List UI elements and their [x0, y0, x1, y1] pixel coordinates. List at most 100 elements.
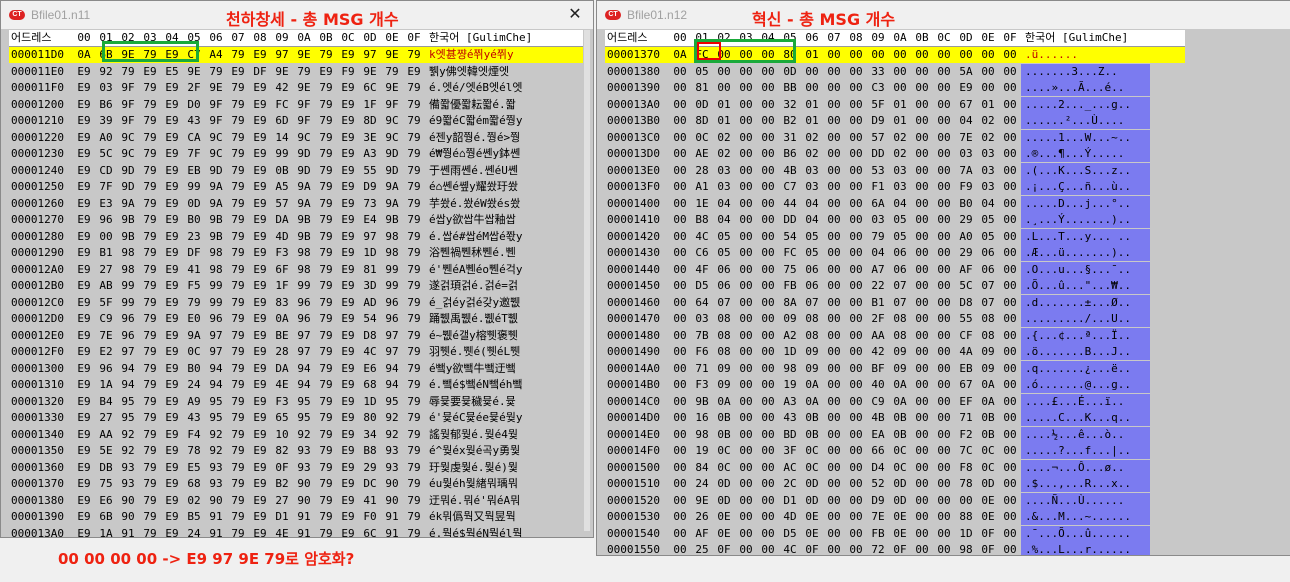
hex-byte[interactable]: 00 — [911, 460, 933, 476]
hex-byte[interactable]: 00 — [669, 361, 691, 377]
hex-byte[interactable]: 9E — [359, 64, 381, 80]
row-text[interactable]: ék뭐僞뭑又뭑昱뭑 — [425, 509, 554, 525]
row-text[interactable]: é9쫣éC쫣ém쫣é쭹y — [425, 113, 554, 129]
hex-byte[interactable]: 00 — [669, 410, 691, 426]
hex-byte[interactable]: 53 — [867, 163, 889, 179]
hex-byte[interactable]: 00 — [845, 493, 867, 509]
hex-byte[interactable]: 06 — [977, 245, 999, 261]
hex-byte[interactable]: 00 — [999, 130, 1021, 146]
hex-byte[interactable]: E9 — [73, 311, 95, 327]
hex-row[interactable]: 00001240 E9 CD 9D 79 E9 EB 9D 79 E9 0B 9D 79 E9 55 9D 79… — [9, 163, 583, 179]
hex-byte[interactable]: 4C — [359, 344, 381, 360]
hex-byte[interactable]: 97 — [359, 47, 381, 63]
hex-byte[interactable]: 00 — [669, 113, 691, 129]
hex-byte[interactable]: DF — [249, 64, 271, 80]
hex-byte[interactable]: 68 — [359, 377, 381, 393]
hex-byte[interactable]: 0E — [977, 493, 999, 509]
hex-byte[interactable]: 00 — [823, 509, 845, 525]
row-text[interactable]: é^뭦éx뭦é곡y勇뭧 — [425, 443, 554, 459]
row-text[interactable]: é₩쭹é⌂쭹é쏀y鉢쏀 — [425, 146, 554, 162]
hex-byte[interactable]: 79 — [403, 130, 425, 146]
hex-byte[interactable]: E9 — [73, 146, 95, 162]
hex-byte[interactable]: 0D — [889, 476, 911, 492]
hex-byte[interactable]: 79 — [315, 493, 337, 509]
hex-byte[interactable]: 00 — [999, 80, 1021, 96]
row-text[interactable]: .O...u...§...¯.. — [1021, 261, 1150, 278]
hex-byte[interactable]: 79 — [315, 212, 337, 228]
hex-byte[interactable]: B8 — [359, 443, 381, 459]
hex-byte[interactable]: 00 — [757, 212, 779, 228]
hex-byte[interactable]: 93 — [381, 460, 403, 476]
hex-byte[interactable]: 03 — [977, 179, 999, 195]
hex-byte[interactable]: 25 — [691, 542, 713, 555]
hex-byte[interactable]: 10 — [271, 427, 293, 443]
hex-byte[interactable]: 67 — [955, 377, 977, 393]
hex-byte[interactable]: 08 — [713, 344, 735, 360]
hex-byte[interactable]: 00 — [757, 113, 779, 129]
hex-byte[interactable]: 79 — [139, 377, 161, 393]
hex-byte[interactable]: 1F — [359, 97, 381, 113]
hex-byte[interactable]: 79 — [227, 163, 249, 179]
hex-byte[interactable]: 00 — [757, 80, 779, 96]
hex-byte[interactable]: 7C — [955, 443, 977, 459]
hex-byte[interactable]: 96 — [95, 212, 117, 228]
hex-byte[interactable]: 03 — [889, 179, 911, 195]
hex-byte[interactable]: 00 — [933, 262, 955, 278]
hex-byte[interactable]: A0 — [955, 229, 977, 245]
hex-byte[interactable]: E9 — [73, 476, 95, 492]
hex-byte[interactable]: 00 — [823, 460, 845, 476]
row-text[interactable]: .....2..._...g.. — [1021, 96, 1150, 113]
hex-byte[interactable]: 96 — [95, 361, 117, 377]
hex-byte[interactable]: 08 — [977, 311, 999, 327]
hex-byte[interactable]: 28 — [271, 344, 293, 360]
hex-byte[interactable]: E9 — [337, 113, 359, 129]
hex-byte[interactable]: 4C — [691, 229, 713, 245]
hex-byte[interactable]: 00 — [713, 80, 735, 96]
hex-byte[interactable]: 79 — [139, 443, 161, 459]
hex-byte[interactable]: E9 — [249, 80, 271, 96]
hex-byte[interactable]: 79 — [139, 179, 161, 195]
hex-byte[interactable]: 79 — [139, 460, 161, 476]
hex-byte[interactable]: E9 — [161, 328, 183, 344]
hex-byte[interactable]: 06 — [713, 262, 735, 278]
hex-byte[interactable]: 79 — [315, 278, 337, 294]
hex-byte[interactable]: 28 — [691, 163, 713, 179]
hex-byte[interactable]: 00 — [999, 526, 1021, 542]
hex-byte[interactable]: 79 — [183, 295, 205, 311]
hex-byte[interactable]: 00 — [669, 443, 691, 459]
hex-byte[interactable]: 00 — [911, 179, 933, 195]
hex-byte[interactable]: 03 — [889, 163, 911, 179]
hex-byte[interactable]: 06 — [801, 262, 823, 278]
hex-byte[interactable]: 91 — [381, 509, 403, 525]
hex-byte[interactable]: EF — [955, 394, 977, 410]
hex-byte[interactable]: 98 — [117, 245, 139, 261]
hex-byte[interactable]: E9 — [161, 146, 183, 162]
hex-byte[interactable]: E9 — [337, 163, 359, 179]
hex-byte[interactable]: 00 — [757, 146, 779, 162]
hex-byte[interactable]: A9 — [183, 394, 205, 410]
hex-byte[interactable]: 00 — [823, 64, 845, 80]
hex-byte[interactable]: 0B — [271, 163, 293, 179]
row-text[interactable]: .®...¶...Ý..... — [1021, 146, 1150, 162]
hex-byte[interactable]: 00 — [669, 97, 691, 113]
hex-byte[interactable]: 79 — [139, 80, 161, 96]
hex-byte[interactable]: 9B — [293, 229, 315, 245]
hex-byte[interactable]: 90 — [381, 476, 403, 492]
hex-byte[interactable]: 00 — [669, 377, 691, 393]
hex-byte[interactable]: 00 — [999, 146, 1021, 162]
hex-byte[interactable]: 00 — [757, 311, 779, 327]
row-text[interactable]: é~쀖é갤y榕쀗褒쀗 — [425, 328, 554, 344]
hex-byte[interactable]: 00 — [669, 311, 691, 327]
hex-byte[interactable]: 5A — [955, 64, 977, 80]
hex-byte[interactable]: 00 — [669, 80, 691, 96]
hex-byte[interactable]: 96 — [117, 311, 139, 327]
hex-byte[interactable]: 00 — [735, 196, 757, 212]
hex-byte[interactable]: A0 — [95, 130, 117, 146]
hex-byte[interactable]: 79 — [139, 212, 161, 228]
hex-byte[interactable]: E9 — [161, 344, 183, 360]
hex-byte[interactable]: 55 — [955, 311, 977, 327]
hex-row[interactable]: 00001410 00 B8 04 00 00 DD 04 00 00 03 05 00 00 29 05 00… — [605, 212, 1185, 228]
hex-byte[interactable]: 0A — [977, 394, 999, 410]
hex-byte[interactable]: 0C — [889, 443, 911, 459]
hex-byte[interactable]: AB — [95, 278, 117, 294]
